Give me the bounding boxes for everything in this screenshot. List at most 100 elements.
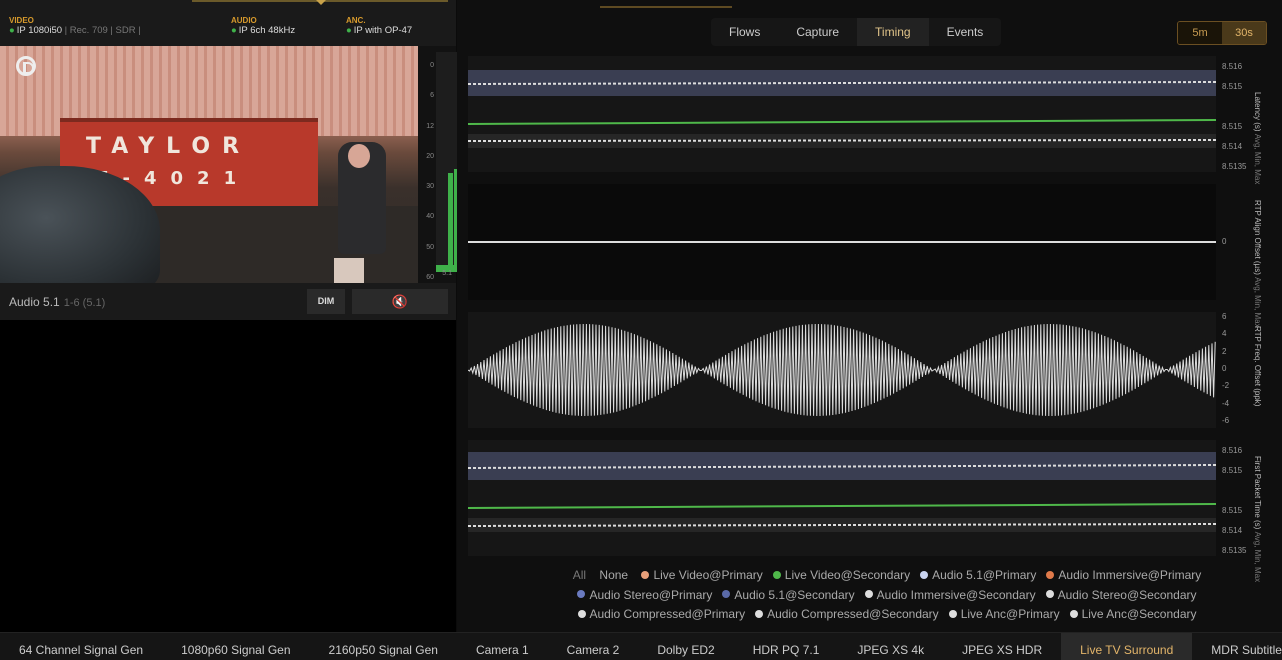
rtp-freq-plot[interactable] bbox=[467, 312, 1216, 428]
view-tabs: Flows Capture Timing Events bbox=[711, 18, 1002, 46]
legend-dot-icon bbox=[864, 590, 873, 599]
legend-item[interactable]: Audio Immersive@Secondary bbox=[864, 586, 1036, 606]
range-5m-button[interactable]: 5m bbox=[1178, 22, 1222, 44]
audio-meters: 0 6 12 20 30 40 50 60 5.1 bbox=[418, 46, 465, 283]
chart-legend: All None Live Video@Primary Live Video@Se… bbox=[517, 566, 1257, 625]
video-scene-head bbox=[348, 144, 370, 168]
flow-tab[interactable]: Live TV Surround bbox=[1061, 633, 1193, 660]
legend-item[interactable]: Live Video@Primary bbox=[641, 566, 763, 586]
tab-capture[interactable]: Capture bbox=[778, 18, 857, 46]
time-range-toggle: 5m 30s bbox=[1177, 21, 1267, 45]
flow-tab[interactable]: 64 Channel Signal Gen bbox=[0, 633, 162, 660]
flow-tab[interactable]: Camera 1 bbox=[457, 633, 548, 660]
legend-item[interactable]: Audio 5.1@Secondary bbox=[722, 586, 855, 606]
meter-scale-label: 40 bbox=[426, 213, 434, 221]
plot-title: RTP Freq. Offset (ppk) bbox=[1253, 326, 1262, 407]
axis-tick: 8.514 bbox=[1222, 142, 1243, 151]
meter-scale-label: 12 bbox=[426, 122, 434, 130]
legend-item[interactable]: Live Video@Secondary bbox=[772, 566, 910, 586]
legend-item-label: Live Anc@Primary bbox=[960, 607, 1060, 621]
flow-tab[interactable]: 1080p60 Signal Gen bbox=[162, 633, 309, 660]
video-preview[interactable]: TAYLOR 7-4021 bbox=[0, 46, 418, 283]
rtp-align-plot[interactable] bbox=[468, 184, 1216, 300]
tab-flows[interactable]: Flows bbox=[711, 18, 778, 46]
legend-dot-icon bbox=[948, 609, 957, 618]
legend-item-label: Audio 5.1@Secondary bbox=[734, 587, 855, 602]
header-caret-icon bbox=[316, 0, 326, 5]
video-scene-box bbox=[334, 258, 364, 283]
flow-tab[interactable]: Camera 2 bbox=[548, 633, 639, 660]
rtp-freq-line bbox=[467, 323, 1216, 417]
legend-item[interactable]: Audio 5.1@Primary bbox=[920, 566, 1036, 586]
rtp-freq-chart bbox=[467, 323, 1216, 417]
axis-tick: 8.516 bbox=[1222, 446, 1243, 455]
flow-tab[interactable]: HDR PQ 7.1 bbox=[734, 633, 839, 660]
legend-item[interactable]: Live Anc@Secondary bbox=[1069, 605, 1197, 625]
legend-all-button[interactable]: All bbox=[573, 566, 586, 586]
dim-button[interactable]: DIM bbox=[307, 289, 345, 314]
legend-dot-icon bbox=[577, 609, 586, 618]
dumpster-sign-line1: TAYLOR bbox=[86, 134, 252, 159]
plot-title: First Packet Time (s) bbox=[1253, 456, 1262, 530]
plot-title: Latency (s) bbox=[1253, 92, 1262, 132]
status-dot-icon: ● bbox=[346, 25, 352, 36]
meter-channel-bar bbox=[442, 52, 447, 272]
latency-axis: 8.516 8.515 8.515 8.514 8.5135 Latency (… bbox=[1217, 56, 1277, 184]
anc-format: IP with OP-47 bbox=[353, 25, 413, 36]
legend-dot-icon bbox=[1046, 570, 1055, 579]
monitor-panel: VIDEO ● IP 1080i50 | Rec. 709 | SDR | AUD… bbox=[0, 0, 465, 320]
latency-line-secondary bbox=[467, 119, 1217, 125]
axis-tick: -4 bbox=[1222, 399, 1230, 408]
rtp-freq-title: RTP Freq. Offset (ppk) bbox=[1253, 326, 1262, 406]
legend-none-button[interactable]: None bbox=[599, 566, 628, 586]
audio-track-label: Audio 5.1 1-6 (5.1) bbox=[9, 295, 105, 309]
video-dynamic-range: SDR bbox=[115, 25, 136, 36]
legend-item-label: Audio Compressed@Secondary bbox=[767, 607, 939, 621]
legend-dot-icon bbox=[755, 609, 764, 618]
axis-tick: 8.515 bbox=[1222, 466, 1243, 475]
flow-tab[interactable]: 2160p50 Signal Gen bbox=[310, 633, 457, 660]
legend-dot-icon bbox=[577, 590, 586, 599]
tab-timing[interactable]: Timing bbox=[857, 18, 929, 46]
legend-item-label: Audio Compressed@Primary bbox=[589, 607, 746, 621]
right-panel: Flows Capture Timing Events 5m 30s 8.516… bbox=[457, 0, 1282, 632]
first-packet-axis: 8.516 8.515 8.515 8.514 8.5135 First Pac… bbox=[1217, 440, 1277, 582]
mute-button[interactable]: 🔇 bbox=[352, 289, 448, 314]
plot-subtitle: Avg, Min, Max bbox=[1253, 133, 1262, 185]
flow-tabs-bar: 64 Channel Signal Gen 1080p60 Signal Gen 2… bbox=[0, 632, 1282, 660]
legend-dot-icon bbox=[1069, 609, 1078, 618]
legend-dot-icon bbox=[920, 570, 929, 579]
legend-item[interactable]: Audio Immersive@Primary bbox=[1046, 566, 1201, 586]
meter-scale-label: 20 bbox=[426, 152, 434, 160]
legend-item[interactable]: Live Anc@Primary bbox=[948, 605, 1060, 625]
flow-tab[interactable]: JPEG XS HDR bbox=[943, 633, 1061, 660]
flow-tab[interactable]: MDR Subtitle bbox=[1192, 633, 1282, 660]
axis-tick: 8.5135 bbox=[1222, 162, 1247, 171]
first-packet-plot[interactable] bbox=[467, 440, 1217, 556]
rtp-align-chart bbox=[468, 241, 1216, 243]
latency-chart bbox=[467, 70, 1217, 148]
legend-item[interactable]: Audio Stereo@Primary bbox=[577, 586, 712, 606]
flow-tab[interactable]: JPEG XS 4k bbox=[838, 633, 943, 660]
latency-plot[interactable] bbox=[467, 56, 1217, 172]
legend-item-label: Audio 5.1@Primary bbox=[932, 568, 1037, 582]
legend-item[interactable]: Audio Stereo@Secondary bbox=[1045, 586, 1197, 606]
axis-tick: 8.514 bbox=[1222, 526, 1243, 535]
audio-controls: Audio 5.1 1-6 (5.1) DIM 🔇 bbox=[0, 283, 456, 320]
rtp-align-axis: 0 RTP Align Offset (µs) Avg, Min, Max bbox=[1217, 184, 1277, 328]
legend-item-label: Live Anc@Secondary bbox=[1081, 607, 1197, 621]
left-panel: VIDEO ● IP 1080i50 | Rec. 709 | SDR | AUD… bbox=[0, 0, 465, 632]
tab-events[interactable]: Events bbox=[929, 18, 1002, 46]
legend-item[interactable]: Audio Compressed@Primary bbox=[577, 605, 746, 625]
axis-tick: 8.515 bbox=[1222, 122, 1243, 131]
meter-scale-label: 60 bbox=[426, 274, 434, 281]
legend-item[interactable]: Audio Compressed@Secondary bbox=[755, 605, 939, 625]
axis-tick: 2 bbox=[1222, 347, 1227, 356]
range-30s-button[interactable]: 30s bbox=[1222, 22, 1266, 44]
meter-scale-label: 0 bbox=[430, 62, 434, 69]
meter-format-label: 5.1 bbox=[442, 270, 452, 277]
meter-scale-label: 30 bbox=[426, 183, 434, 191]
meter-scale-label: 50 bbox=[426, 243, 434, 251]
flow-tab[interactable]: Dolby ED2 bbox=[638, 633, 733, 660]
status-dot-icon: ● bbox=[231, 25, 237, 36]
